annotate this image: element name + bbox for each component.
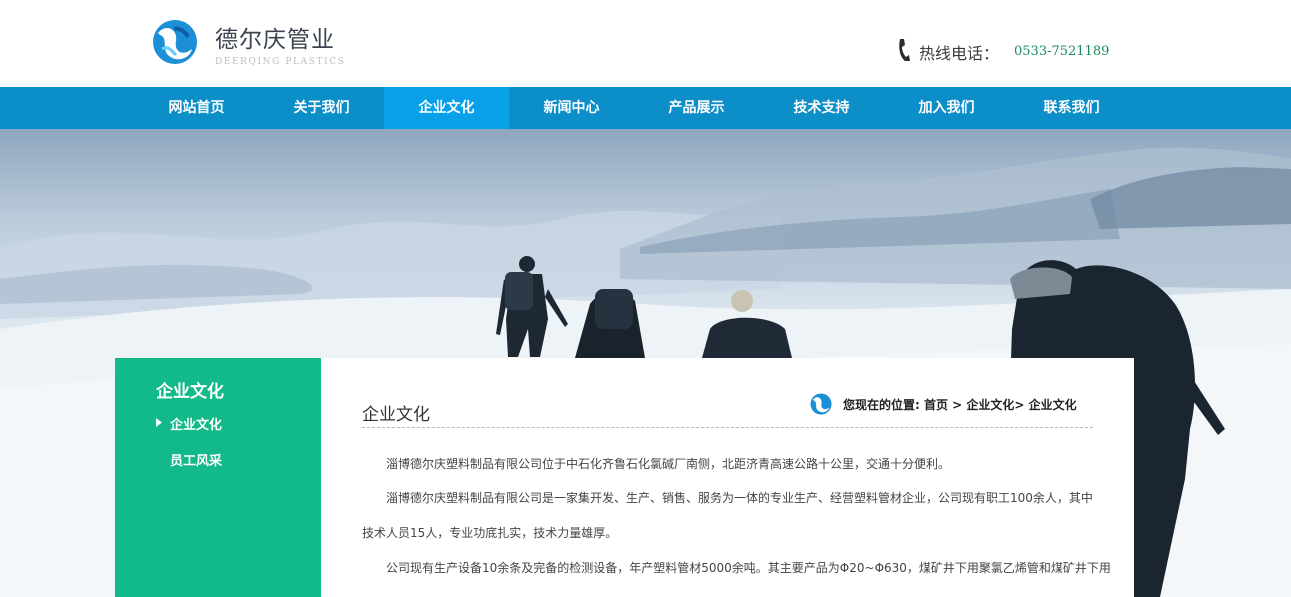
nav-item-about[interactable]: 关于我们	[259, 87, 384, 129]
nav-item-news[interactable]: 新闻中心	[509, 87, 634, 129]
arrow-right-icon	[156, 418, 162, 427]
breadcrumb: 您现在的位置: 首页 > 企业文化> 企业文化	[843, 396, 1077, 413]
paragraph: 淄博德尔庆塑料制品有限公司位于中石化齐鲁石化氯碱厂南侧，北距济青高速公路十公里，…	[386, 457, 951, 471]
sidebar: 企业文化 企业文化 员工风采	[115, 358, 321, 597]
paragraph: 公司现有生产设备10余条及完备的检测设备，年产塑料管材5000余吨。其主要产品为…	[386, 561, 1111, 575]
logo-icon[interactable]	[152, 19, 198, 65]
sidebar-title: 企业文化	[156, 382, 224, 402]
nav-item-contact[interactable]: 联系我们	[1009, 87, 1134, 129]
page-title: 企业文化	[362, 405, 430, 425]
hotline-label: 热线电话：	[919, 44, 1000, 63]
sidebar-item-staff[interactable]: 员工风采	[170, 450, 222, 469]
nav-item-products[interactable]: 产品展示	[634, 87, 759, 129]
hotline-number: 0533-7521189	[1014, 44, 1110, 59]
nav-item-culture[interactable]: 企业文化	[384, 87, 509, 129]
logo-subtitle: DEERQING PLASTICS	[215, 57, 346, 67]
paragraph: 淄博德尔庆塑料制品有限公司是一家集开发、生产、销售、服务为一体的专业生产、经营塑…	[362, 491, 1093, 540]
nav-item-home[interactable]: 网站首页	[134, 87, 259, 129]
sidebar-item-culture[interactable]: 企业文化	[170, 414, 222, 433]
content-panel: 企业文化 您现在的位置: 首页 > 企业文化> 企业文化 淄博德尔庆塑料制品有限…	[321, 358, 1134, 597]
main-nav: 网站首页 关于我们 企业文化 新闻中心 产品展示 技术支持 加入我们 联系我们	[0, 87, 1291, 129]
nav-item-support[interactable]: 技术支持	[759, 87, 884, 129]
nav-item-join[interactable]: 加入我们	[884, 87, 1009, 129]
location-label: 您现在的位置:	[843, 398, 920, 412]
phone-icon	[899, 39, 910, 61]
site-header: 德尔庆管业 DEERQING PLASTICS 热线电话： 0533-75211…	[0, 0, 1291, 87]
logo-title[interactable]: 德尔庆管业	[215, 20, 335, 54]
title-divider	[362, 427, 1093, 428]
location-logo-icon	[810, 393, 832, 415]
breadcrumb-path[interactable]: 首页 > 企业文化> 企业文化	[924, 398, 1077, 412]
